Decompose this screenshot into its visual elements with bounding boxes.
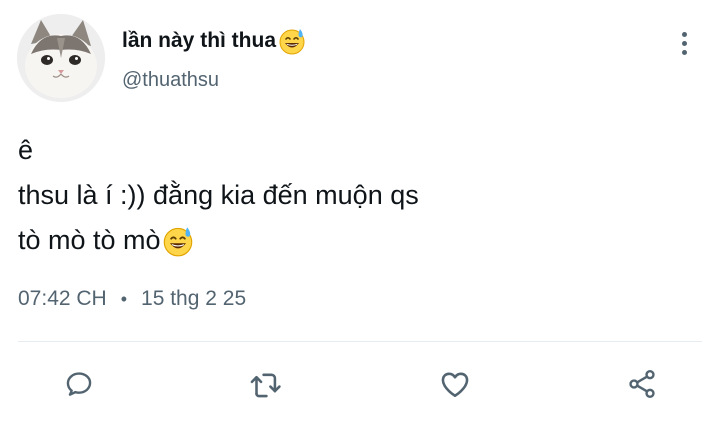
avatar[interactable] [17,14,105,102]
user-handle[interactable]: @thuathsu [122,67,219,93]
more-dot [681,40,687,46]
tweet-text: ê thsu là í :)) đằng kia đến muộn qs tò … [18,128,419,263]
tweet-date: 15 thg 2 25 [141,287,247,310]
separator-dot: • [120,289,128,309]
more-vertical-icon[interactable] [670,28,698,58]
more-dot [681,49,687,55]
tweet-line: ê [18,135,34,165]
tweet-time: 07:42 CH [18,287,107,310]
retweet-button[interactable] [247,366,283,402]
cat-avatar-image [17,14,105,102]
retweet-icon [250,373,281,398]
display-name[interactable]: lần này thì thua [122,27,306,55]
tweet-timestamp[interactable]: 07:42 CH • 15 thg 2 25 [18,285,246,313]
tweet-line: thsu là í :)) đằng kia đến muộn qs [18,180,419,210]
display-name-text: lần này thì thua [122,29,277,52]
sweat-smile-emoji-icon [279,29,305,55]
tweet-line: tò mò tò mò [18,218,419,263]
sweat-smile-emoji-icon [163,226,192,256]
like-button[interactable] [437,366,473,402]
tweet-line-text: tò mò tò mò [18,225,161,255]
reply-button[interactable] [61,366,97,402]
reply-icon [66,372,92,396]
share-icon [629,370,655,398]
like-icon [441,372,469,398]
share-button[interactable] [624,366,660,402]
divider [18,341,702,342]
more-dot [681,31,687,37]
